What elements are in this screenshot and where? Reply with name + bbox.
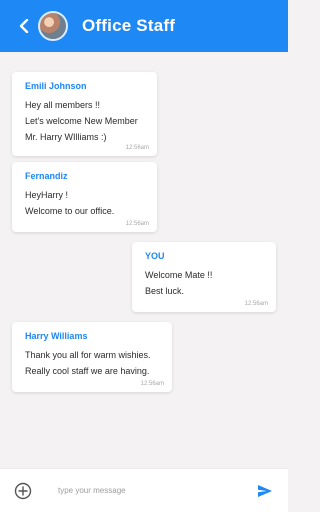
chat-title: Office Staff [82, 16, 176, 35]
message-bubble-own[interactable]: YOU Welcome Mate !! Best luck. 12:56am [132, 242, 276, 312]
back-button[interactable] [14, 16, 34, 36]
message-line: Welcome to our office. [25, 206, 115, 216]
app-header: Office Staff [0, 0, 288, 52]
message-line: Really cool staff we are having. [25, 366, 150, 376]
message-list[interactable]: Emili Johnson Hey all members !! Let's w… [0, 52, 288, 468]
message-line: Welcome Mate !! [145, 270, 213, 280]
message-sender: YOU [145, 251, 165, 261]
message-sender: Emili Johnson [25, 81, 87, 91]
send-icon[interactable] [256, 482, 274, 500]
message-line: Best luck. [145, 286, 185, 296]
message-sender: Fernandiz [25, 171, 68, 181]
message-bubble[interactable]: Fernandiz HeyHarry ! Welcome to our offi… [12, 162, 157, 232]
message-line: HeyHarry ! [25, 190, 69, 200]
message-sender: Harry Williams [25, 331, 88, 341]
message-bubble[interactable]: Emili Johnson Hey all members !! Let's w… [12, 72, 157, 156]
message-line: Mr. Harry WIlliams :) [25, 132, 107, 142]
message-time: 12:56am [140, 381, 164, 387]
message-line: Hey all members !! [25, 100, 101, 110]
group-avatar[interactable] [38, 11, 68, 41]
add-circle-icon[interactable] [14, 482, 32, 500]
message-input[interactable] [56, 485, 245, 496]
chevron-left-icon [19, 19, 29, 33]
message-composer [0, 468, 288, 512]
message-time: 12:56am [244, 301, 268, 307]
message-time: 12:56am [125, 221, 149, 227]
message-time: 12:56am [125, 145, 149, 151]
message-line: Let's welcome New Member [25, 116, 138, 126]
message-line: Thank you all for warm wishies. [25, 350, 151, 360]
message-bubble[interactable]: Harry Williams Thank you all for warm wi… [12, 322, 172, 392]
